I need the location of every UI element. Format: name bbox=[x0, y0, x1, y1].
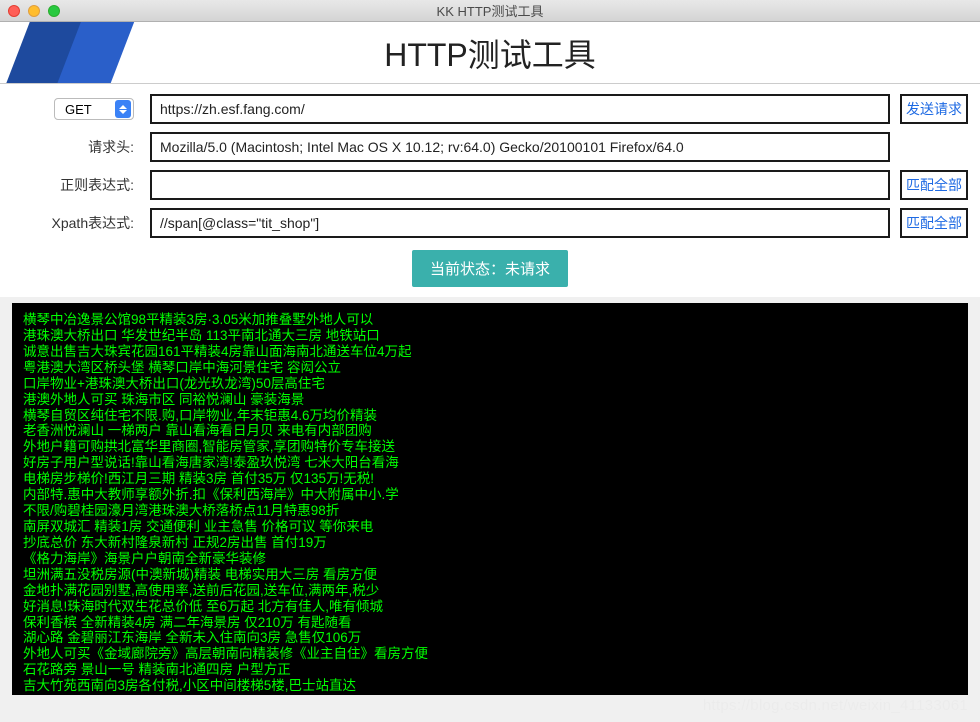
regex-input[interactable] bbox=[150, 170, 890, 200]
console-line: 《格力海岸》海景户户朝南全新豪华装修 bbox=[23, 551, 957, 567]
status-badge: 当前状态：未请求 bbox=[412, 250, 568, 287]
banner-ribbon-graphic bbox=[2, 22, 144, 84]
headers-input[interactable] bbox=[150, 132, 890, 162]
regex-label: 正则表达式: bbox=[60, 175, 134, 195]
console-line: 内部特.惠中大教师享额外折.扣《保利西海岸》中大附属中小.学 bbox=[23, 487, 957, 503]
xpath-label: Xpath表达式: bbox=[52, 213, 134, 233]
regex-row: 正则表达式: 匹配全部 bbox=[12, 170, 968, 200]
console-line: 口岸物业+港珠澳大桥出口(龙光玖龙湾)50层高住宅 bbox=[23, 376, 957, 392]
console-line: 好消息!珠海时代双生花总价低 至6万起 北方有佳人,唯有倾城 bbox=[23, 599, 957, 615]
url-input[interactable] bbox=[150, 94, 890, 124]
status-row: 当前状态：未请求 bbox=[12, 246, 968, 291]
title-bar: KK HTTP测试工具 bbox=[0, 0, 980, 22]
minimize-window-button[interactable] bbox=[28, 5, 40, 17]
regex-match-button[interactable]: 匹配全部 bbox=[900, 170, 968, 200]
xpath-input[interactable] bbox=[150, 208, 890, 238]
status-prefix: 当前状态： bbox=[430, 261, 505, 278]
output-console[interactable]: 横琴中冶逸景公馆98平精装3房·3.05米加推叠墅外地人可以港珠澳大桥出口 华发… bbox=[12, 303, 968, 695]
headers-row: 请求头: bbox=[12, 132, 968, 162]
status-value: 未请求 bbox=[505, 261, 550, 278]
request-form: GET 发送请求 请求头: 正则表达式: 匹配全部 Xpath表达式: bbox=[0, 84, 980, 297]
console-line: 港澳可购 横琴口岸轻轨站旁 龙光玖龙玺 珍藏豪宅 带豪华装修 bbox=[23, 694, 957, 695]
console-line: 港珠澳大桥出口 华发世纪半岛 113平南北通大三房 地铁站口 bbox=[23, 328, 957, 344]
app-title: HTTP测试工具 bbox=[384, 30, 596, 76]
send-request-button[interactable]: 发送请求 bbox=[900, 94, 968, 124]
console-line: 好房子用户型说话!靠山看海唐家湾!泰盈玖悦湾 七米大阳台看海 bbox=[23, 455, 957, 471]
headers-label: 请求头: bbox=[88, 137, 134, 157]
console-line: 老香洲悦澜山 一梯两户 靠山看海看日月贝 来电有内部团购 bbox=[23, 423, 957, 439]
console-line: 湖心路 金碧丽江东海岸 全新未入住南向3房 急售仅106万 bbox=[23, 630, 957, 646]
xpath-match-button[interactable]: 匹配全部 bbox=[900, 208, 968, 238]
console-line: 横琴自贸区纯住宅不限.购,口岸物业,年末钜惠4.6万均价精装 bbox=[23, 408, 957, 424]
window-title: KK HTTP测试工具 bbox=[437, 1, 544, 20]
chevron-updown-icon bbox=[115, 100, 131, 118]
http-method-value: GET bbox=[65, 102, 92, 117]
console-line: 抄底总价 东大新村隆泉新村 正规2房出售 首付19万 bbox=[23, 535, 957, 551]
console-line: 电梯房步梯价!西江月三期 精装3房 首付35万 仅135万!无税! bbox=[23, 471, 957, 487]
console-line: 不限/购碧桂园濠月湾港珠澳大桥落桥点11月特惠98折 bbox=[23, 503, 957, 519]
console-line: 外地户籍可购拱北富华里商圈,智能房管家,享团购特价专车接送 bbox=[23, 439, 957, 455]
console-line: 诚意出售吉大珠宾花园161平精装4房靠山面海南北通送车位4万起 bbox=[23, 344, 957, 360]
console-line: 吉大竹苑西南向3房各付税,小区中间楼梯5楼,巴士站直达 bbox=[23, 678, 957, 694]
console-line: 石花路旁 景山一号 精装南北通四房 户型方正 bbox=[23, 662, 957, 678]
url-row: GET 发送请求 bbox=[12, 94, 968, 124]
xpath-row: Xpath表达式: 匹配全部 bbox=[12, 208, 968, 238]
console-line: 金地扑满花园别墅,高使用率,送前后花园,送车位,满两年,税少 bbox=[23, 583, 957, 599]
console-line: 外地人可买《金域廊院旁》高层朝南向精装修《业主自住》看房方便 bbox=[23, 646, 957, 662]
console-line: 保利香槟 全新精装4房 满二年海景房 仅210万 有匙随看 bbox=[23, 615, 957, 631]
traffic-lights bbox=[8, 5, 60, 17]
console-line: 港澳外地人可买 珠海市区 同裕悦澜山 豪装海景 bbox=[23, 392, 957, 408]
console-line: 横琴中冶逸景公馆98平精装3房·3.05米加推叠墅外地人可以 bbox=[23, 312, 957, 328]
close-window-button[interactable] bbox=[8, 5, 20, 17]
watermark-text: https://blog.csdn.net/weixin_41133061 bbox=[703, 697, 968, 714]
console-line: 粤港澳大湾区桥头堡 横琴口岸中海河景住宅 容闳公立 bbox=[23, 360, 957, 376]
app-banner: HTTP测试工具 bbox=[0, 22, 980, 84]
console-line: 坦洲满五没税房源(中澳新城)精装 电梯实用大三房 看房方便 bbox=[23, 567, 957, 583]
maximize-window-button[interactable] bbox=[48, 5, 60, 17]
http-method-select[interactable]: GET bbox=[54, 98, 134, 120]
console-line: 南屏双城汇 精装1房 交通便利 业主急售 价格可议 等你来电 bbox=[23, 519, 957, 535]
